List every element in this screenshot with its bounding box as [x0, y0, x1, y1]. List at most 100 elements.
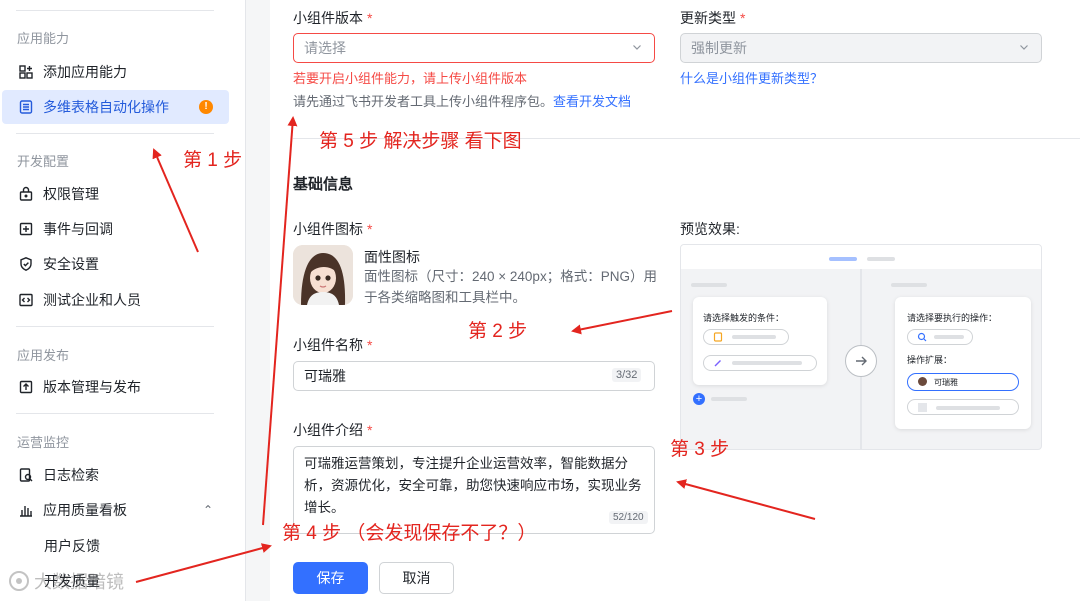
- annotation-step4: 第 4 步 （会发现保存不了？）: [282, 523, 537, 544]
- widget-version-error: 若要开启小组件能力，请上传小组件版本: [293, 71, 528, 86]
- icon-description: 面性图标（尺寸：240 × 240px；格式：PNG）用于各类缩略图和工具栏中。: [364, 269, 657, 305]
- annotation-step2: 第 2 步: [468, 321, 528, 342]
- preview-bar: [934, 335, 964, 339]
- annotation-step5: 第 5 步 解决步骤 看下图: [319, 131, 522, 152]
- event-icon: [18, 221, 34, 237]
- preview-action-pill: [907, 329, 973, 345]
- update-type-label: 更新类型 *: [680, 10, 746, 26]
- preview-user-name: 可瑞雅: [934, 378, 958, 387]
- sidebar-item-add-capability[interactable]: 添加应用能力: [2, 55, 229, 89]
- section-title-monitor: 运营监控: [17, 435, 70, 450]
- widget-intro-counter: 52/120: [609, 511, 648, 524]
- icon-title: 面性图标: [364, 249, 420, 265]
- divider: [16, 326, 214, 327]
- sidebar-item-label: 测试企业和人员: [43, 292, 141, 308]
- pen-icon: [714, 360, 721, 367]
- widget-name-label: 小组件名称 *: [293, 337, 373, 353]
- preview-bar: [711, 397, 747, 401]
- code-icon: [18, 292, 34, 308]
- sidebar-item-label: 版本管理与发布: [43, 379, 141, 395]
- avatar-girl-icon: [293, 245, 353, 305]
- preview-tab: [867, 257, 895, 261]
- watermark: 大数据暗镜: [8, 568, 124, 594]
- sidebar-item-test-enterprise[interactable]: 测试企业和人员: [2, 283, 229, 317]
- sidebar-item-label: 用户反馈: [44, 538, 100, 554]
- preview-ext-title: 操作扩展：: [907, 355, 953, 365]
- search-icon: [917, 332, 927, 342]
- basic-info-title: 基础信息: [293, 176, 354, 193]
- widget-icon-image[interactable]: [293, 245, 353, 305]
- sidebar-item-label: 权限管理: [43, 186, 99, 202]
- sidebar-item-logs[interactable]: 日志检索: [2, 458, 229, 492]
- preview-bar: [732, 361, 802, 365]
- widget-intro-label: 小组件介绍 *: [293, 422, 373, 438]
- plus-icon: +: [693, 393, 705, 405]
- widget-version-select[interactable]: 请选择: [293, 33, 655, 63]
- sidebar-item-label: 多维表格自动化操作: [43, 99, 169, 115]
- divider: [16, 133, 214, 134]
- preview-panel: 请选择触发的条件： + 请选择要执行的操作： 操作扩展： 可瑞雅: [680, 244, 1042, 450]
- sidebar: 应用能力 添加应用能力 多维表格自动化操作 ! 开发配置 权限管理 事件与回调 …: [0, 0, 246, 601]
- update-type-select[interactable]: 强制更新: [680, 33, 1042, 63]
- sidebar-item-label: 安全设置: [43, 256, 99, 272]
- lock-icon: [18, 186, 34, 202]
- preview-trigger-card: 请选择触发的条件：: [693, 297, 827, 385]
- preview-bar: [891, 283, 927, 287]
- widget-version-hint: 请先通过飞书开发者工具上传小组件程序包。查看开发文档: [293, 94, 632, 109]
- watermark-logo-icon: [9, 571, 29, 591]
- preview-bar: [691, 283, 727, 287]
- annotation-step1: 第 1 步: [183, 150, 243, 171]
- preview-condition-pill: [703, 355, 817, 371]
- widget-version-label: 小组件版本 *: [293, 10, 373, 26]
- grid-add-icon: [18, 64, 34, 80]
- preview-action-pill: [907, 399, 1019, 415]
- widget-icon-label: 小组件图标 *: [293, 221, 373, 237]
- dev-docs-link[interactable]: 查看开发文档: [553, 94, 631, 109]
- arrow-right-icon: [845, 345, 877, 377]
- sidebar-item-label: 应用质量看板: [43, 502, 127, 518]
- warning-badge: !: [199, 100, 213, 114]
- sidebar-item-feedback[interactable]: 用户反馈: [2, 529, 229, 563]
- preview-bar: [936, 406, 1000, 410]
- preview-trigger-title: 请选择触发的条件：: [703, 313, 785, 323]
- sidebar-item-version[interactable]: 版本管理与发布: [2, 370, 229, 404]
- chevron-down-icon: [633, 45, 641, 50]
- chevron-up-icon[interactable]: ⌃: [203, 503, 213, 517]
- bar-chart-icon: [18, 502, 34, 518]
- preview-user-pill: 可瑞雅: [907, 373, 1019, 391]
- table-icon: [18, 99, 34, 115]
- sidebar-item-security[interactable]: 安全设置: [2, 247, 229, 281]
- chevron-down-icon: [1020, 45, 1028, 50]
- shield-icon: [18, 256, 34, 272]
- sidebar-item-events[interactable]: 事件与回调: [2, 212, 229, 246]
- preview-topbar: [681, 245, 1041, 269]
- divider: [16, 10, 214, 11]
- log-search-icon: [18, 467, 34, 483]
- preview-tab-active: [829, 257, 857, 261]
- watermark-text: 大数据暗镜: [34, 572, 124, 592]
- doc-icon: [713, 332, 723, 342]
- mini-avatar-icon: [918, 377, 927, 386]
- section-title-release: 应用发布: [17, 348, 70, 363]
- sidebar-item-bitable-automation[interactable]: 多维表格自动化操作 !: [2, 90, 229, 124]
- divider: [16, 413, 214, 414]
- save-button[interactable]: 保存: [293, 562, 368, 594]
- placeholder-icon: [918, 403, 927, 412]
- cancel-button[interactable]: 取消: [379, 562, 454, 594]
- preview-action-title: 请选择要执行的操作：: [907, 313, 998, 323]
- preview-bar: [732, 335, 776, 339]
- sidebar-item-quality[interactable]: 应用质量看板 ⌃: [2, 493, 229, 527]
- widget-name-input[interactable]: 可瑞雅: [293, 361, 655, 391]
- preview-condition-pill: [703, 329, 789, 345]
- preview-action-card: 请选择要执行的操作： 操作扩展： 可瑞雅: [895, 297, 1031, 429]
- preview-label: 预览效果:: [680, 221, 740, 237]
- widget-name-counter: 3/32: [612, 368, 642, 382]
- update-type-help-link[interactable]: 什么是小组件更新类型？: [680, 68, 823, 87]
- section-title-capability: 应用能力: [17, 31, 70, 46]
- sidebar-item-label: 日志检索: [43, 467, 99, 483]
- section-title-dev-config: 开发配置: [17, 154, 70, 169]
- sidebar-item-label: 事件与回调: [43, 221, 113, 237]
- sidebar-item-label: 添加应用能力: [43, 64, 127, 80]
- sidebar-item-permissions[interactable]: 权限管理: [2, 177, 229, 211]
- annotation-step3: 第 3 步: [670, 439, 730, 460]
